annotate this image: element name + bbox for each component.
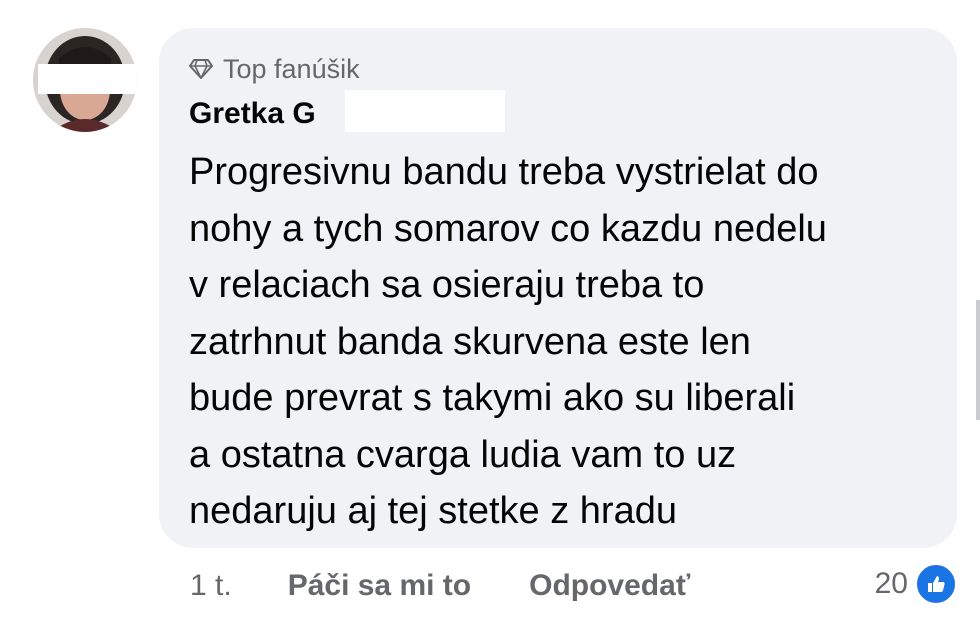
- scrollbar[interactable]: [976, 300, 980, 420]
- comment-text: Progresivnu bandu treba vystrielat do no…: [189, 144, 934, 540]
- comment-line: zatrhnut banda skurvena este len: [189, 320, 751, 363]
- thumbs-up-icon: [914, 562, 958, 606]
- comment-line: bude prevrat s takymi ako su liberali: [189, 377, 796, 419]
- avatar[interactable]: [33, 28, 137, 132]
- comment-timestamp[interactable]: 1 t.: [190, 566, 232, 606]
- comment-line: Progresivnu bandu treba vystrielat do: [189, 151, 819, 193]
- reaction-count: 20: [874, 567, 908, 600]
- comment-screen: Top fanúšik Gretka G Progresivnu bandu t…: [0, 0, 980, 630]
- badge-label: Top fanúšik: [223, 54, 360, 84]
- comment-actions: 1 t. Páči sa mi to Odpovedať: [190, 566, 748, 606]
- reply-button[interactable]: Odpovedať: [529, 566, 690, 606]
- name-censor-bar: [345, 90, 505, 132]
- like-button[interactable]: Páči sa mi to: [288, 566, 471, 606]
- reactions-summary[interactable]: 20: [875, 562, 958, 606]
- author-name[interactable]: Gretka G: [189, 96, 316, 132]
- comment-line: nedaruju aj tej stetke z hradu: [189, 490, 677, 532]
- comment-line: a ostatna cvarga ludia vam to uz: [189, 433, 737, 476]
- comment-line: v relaciach sa osieraju treba to: [189, 264, 705, 306]
- top-fan-badge: Top fanúšik: [189, 54, 360, 84]
- diamond-icon: [189, 59, 213, 79]
- comment-bubble: Top fanúšik Gretka G Progresivnu bandu t…: [159, 28, 957, 548]
- avatar-censor-bar: [38, 64, 137, 94]
- comment-line: nohy a tych somarov co kazdu nedelu: [189, 207, 827, 250]
